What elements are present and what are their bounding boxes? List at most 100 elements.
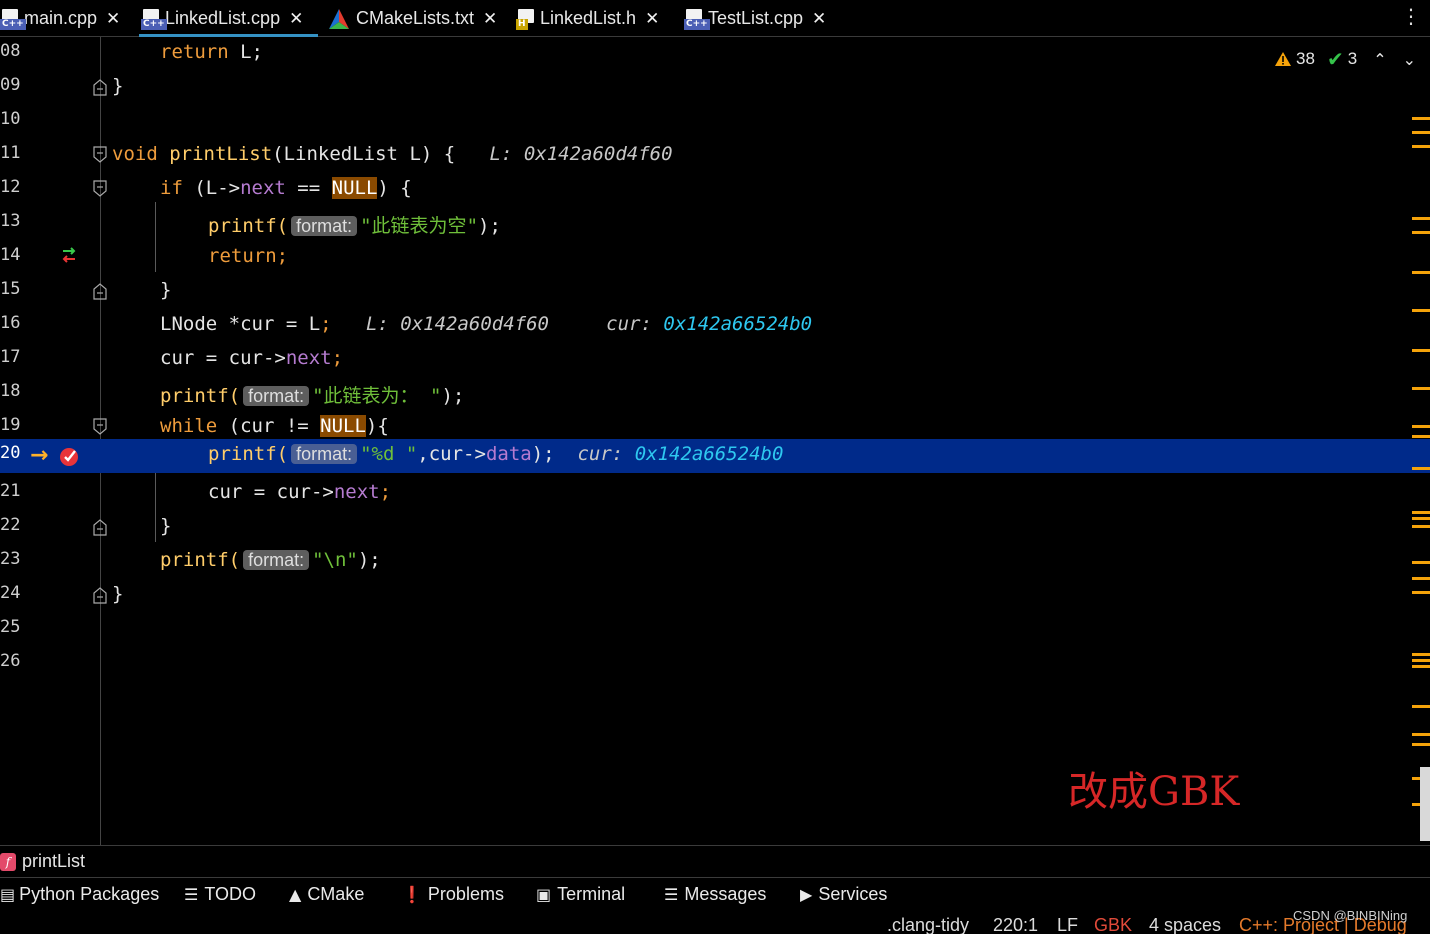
scroll-marker[interactable] [1412, 387, 1430, 390]
scroll-marker[interactable] [1412, 435, 1430, 438]
fold-start-icon[interactable] [93, 146, 107, 163]
warning-count: 38 [1296, 49, 1315, 68]
fold-end-icon[interactable] [93, 79, 107, 96]
breakpoint-icon[interactable] [59, 446, 80, 467]
line-number: 15 [0, 279, 21, 299]
more-tabs-icon[interactable]: ⋮ [1401, 4, 1421, 28]
scroll-marker[interactable] [1412, 131, 1430, 134]
tab-linkedlist-h[interactable]: H LinkedList.h ✕ [516, 0, 659, 37]
linter-status[interactable]: .clang-tidy [887, 915, 969, 934]
tab-testlist-cpp[interactable]: C++ TestList.cpp ✕ [684, 0, 826, 37]
scroll-marker[interactable] [1412, 145, 1430, 148]
code-line[interactable]: 09 } [0, 71, 1430, 105]
scroll-marker[interactable] [1412, 425, 1430, 428]
scroll-marker[interactable] [1412, 653, 1430, 656]
scroll-marker[interactable] [1412, 117, 1430, 120]
scroll-marker[interactable] [1412, 349, 1430, 352]
code-line[interactable]: 22 } [0, 511, 1430, 545]
parameter-hint: format: [291, 444, 358, 464]
caret-position[interactable]: 220:1 [993, 915, 1038, 934]
todo-list-icon: ☰ [184, 885, 199, 904]
close-icon[interactable]: ✕ [645, 9, 659, 29]
fold-end-icon[interactable] [93, 587, 107, 604]
tool-terminal[interactable]: ▣ Terminal [536, 884, 625, 905]
code-line[interactable]: 21 cur = cur->next; [0, 477, 1430, 511]
code-line[interactable]: 23 printf(format: "\n"); [0, 545, 1430, 579]
scroll-marker[interactable] [1412, 517, 1430, 520]
tool-cmake[interactable]: ▲ CMake [289, 884, 364, 905]
code-text: return L; [160, 41, 263, 63]
code-line[interactable]: 15 } [0, 275, 1430, 309]
code-line[interactable]: 16 LNode *cur = L; L: 0x142a60d4f60 cur:… [0, 309, 1430, 343]
code-text: return; [208, 245, 289, 267]
line-number: 24 [0, 583, 21, 603]
scroll-marker[interactable] [1412, 733, 1430, 736]
code-line[interactable]: 14 return; [0, 241, 1430, 275]
line-number: 12 [0, 177, 21, 197]
code-text: LNode *cur = L; L: 0x142a60d4f60 cur: 0x… [160, 313, 813, 335]
code-line[interactable]: 10 [0, 105, 1430, 139]
breadcrumb-item[interactable]: printList [22, 851, 85, 872]
code-line[interactable]: 11 void printList(LinkedList L) { L: 0x1… [0, 139, 1430, 263]
tab-label: CMakeLists.txt [356, 8, 475, 28]
line-number: 14 [0, 245, 21, 265]
tab-linkedlist-cpp[interactable]: C++ LinkedList.cpp ✕ [139, 0, 318, 37]
fold-end-icon[interactable] [93, 519, 107, 536]
code-text: } [160, 279, 172, 301]
tab-cmakelists[interactable]: CMakeLists.txt ✕ [328, 0, 497, 37]
vertical-scrollbar[interactable] [1420, 767, 1430, 841]
code-line[interactable]: 26 [0, 647, 1430, 681]
scroll-marker[interactable] [1412, 561, 1430, 564]
file-encoding[interactable]: GBK [1094, 915, 1132, 934]
scroll-marker[interactable] [1412, 525, 1430, 528]
breadcrumb[interactable]: f printList [0, 845, 1430, 877]
scroll-marker[interactable] [1412, 577, 1430, 580]
scroll-marker[interactable] [1412, 705, 1430, 708]
close-icon[interactable]: ✕ [106, 9, 120, 29]
scroll-marker[interactable] [1412, 511, 1430, 514]
tool-todo[interactable]: ☰ TODO [184, 884, 256, 905]
next-highlight-icon[interactable]: ⌄ [1403, 50, 1416, 69]
indent-setting[interactable]: 4 spaces [1149, 915, 1221, 934]
close-icon[interactable]: ✕ [483, 9, 497, 29]
fold-start-icon[interactable] [93, 180, 107, 197]
code-editor[interactable]: 08 return L; 09 } 10 11 void printList(L… [0, 37, 1430, 845]
fold-end-icon[interactable] [93, 283, 107, 300]
line-separator[interactable]: LF [1057, 915, 1078, 934]
python-packages-icon: ▤ [0, 885, 16, 904]
scroll-marker[interactable] [1412, 467, 1430, 470]
tool-problems[interactable]: ❗ Problems [402, 884, 504, 905]
tool-services[interactable]: ▶ Services [800, 884, 887, 905]
inspections-widget[interactable]: 38 ✔ 3 ⌃ ⌄ [1274, 47, 1416, 71]
tab-label: LinkedList.cpp [165, 8, 281, 28]
scroll-marker[interactable] [1412, 659, 1430, 662]
code-line[interactable]: 17 cur = cur->next; [0, 343, 1430, 377]
code-line[interactable]: 24 } [0, 579, 1430, 613]
line-number: 09 [0, 75, 21, 95]
scroll-marker[interactable] [1412, 665, 1430, 668]
current-execution-line[interactable]: 20 printf(format: "%d ",cur->data); cur: … [0, 439, 1430, 473]
tab-main-cpp[interactable]: C++ main.cpp ✕ [0, 0, 120, 37]
scroll-marker[interactable] [1412, 231, 1430, 234]
close-icon[interactable]: ✕ [812, 9, 826, 29]
code-line[interactable]: 25 [0, 613, 1430, 647]
code-line[interactable]: 18 printf(format: "此链表为： "); [0, 377, 1430, 411]
scroll-marker[interactable] [1412, 309, 1430, 312]
line-number: 18 [0, 381, 21, 401]
code-text: printf(format: "此链表为： "); [160, 385, 465, 407]
tool-python-packages[interactable]: ▤ Python Packages [0, 884, 159, 905]
scroll-marker[interactable] [1412, 591, 1430, 594]
tool-messages[interactable]: ☰ Messages [664, 884, 766, 905]
code-line[interactable]: 08 return L; [0, 37, 1430, 71]
fold-start-icon[interactable] [93, 418, 107, 435]
previous-highlight-icon[interactable]: ⌃ [1373, 50, 1386, 69]
line-number: 23 [0, 549, 21, 569]
code-line[interactable]: 13 printf(format: "此链表为空"); [0, 207, 1430, 241]
close-icon[interactable]: ✕ [289, 9, 303, 29]
scroll-marker[interactable] [1412, 217, 1430, 220]
code-line[interactable]: 12 if (L->next == NULL) { [0, 173, 1430, 207]
scroll-marker[interactable] [1412, 743, 1430, 746]
function-icon: f [0, 852, 16, 871]
scroll-marker[interactable] [1412, 271, 1430, 274]
code-text: while (cur != NULL){ [160, 415, 389, 437]
